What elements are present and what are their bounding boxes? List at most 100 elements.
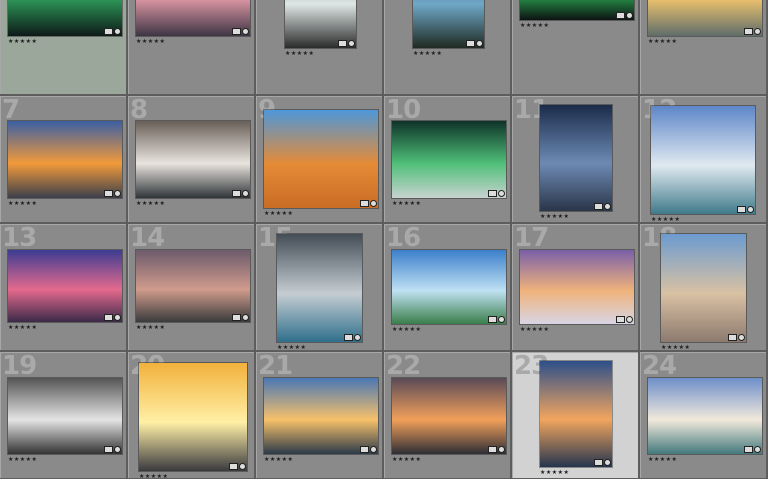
edited-badge-icon[interactable] bbox=[338, 40, 347, 47]
photo-thumbnail-golden-rays-mountain[interactable] bbox=[139, 363, 247, 471]
grid-cell-18[interactable]: 18 ★★★★★ bbox=[640, 224, 767, 351]
grid-cell-5[interactable]: 5★★★★★ bbox=[512, 0, 639, 95]
grid-cell-21[interactable]: 21 ★★★★★ bbox=[256, 352, 383, 479]
star-rating[interactable]: ★★★★★ bbox=[8, 39, 37, 45]
star-rating[interactable]: ★★★★★ bbox=[651, 217, 680, 223]
metadata-badge-icon[interactable] bbox=[498, 316, 505, 323]
photo-thumbnail-person-purple-sunset-lake[interactable] bbox=[8, 250, 122, 322]
photo-thumbnail-mountain-waterfall-dusk[interactable] bbox=[136, 250, 250, 322]
photo-thumbnail-city-pier-sunset[interactable] bbox=[264, 378, 378, 454]
photo-thumbnail-storm-over-sea-cliff[interactable] bbox=[277, 234, 362, 342]
star-rating[interactable]: ★★★★★ bbox=[139, 474, 168, 479]
photo-thumbnail-sunset-reflection-fjord[interactable] bbox=[8, 121, 122, 198]
grid-cell-8[interactable]: 8 ★★★★★ bbox=[128, 96, 255, 223]
edited-badge-icon[interactable] bbox=[488, 190, 497, 197]
photo-thumbnail-woman-lagoon-rocks[interactable] bbox=[648, 378, 762, 454]
edited-badge-icon[interactable] bbox=[744, 28, 753, 35]
star-rating[interactable]: ★★★★★ bbox=[8, 325, 37, 331]
photo-thumbnail-frozen-trees-sunrise[interactable] bbox=[520, 250, 634, 324]
metadata-badge-icon[interactable] bbox=[626, 12, 633, 19]
star-rating[interactable]: ★★★★★ bbox=[413, 51, 442, 57]
metadata-badge-icon[interactable] bbox=[348, 40, 355, 47]
metadata-badge-icon[interactable] bbox=[604, 459, 611, 466]
grid-cell-1[interactable]: 1★★★★★ bbox=[0, 0, 127, 95]
metadata-badge-icon[interactable] bbox=[754, 28, 761, 35]
edited-badge-icon[interactable] bbox=[616, 12, 625, 19]
edited-badge-icon[interactable] bbox=[616, 316, 625, 323]
edited-badge-icon[interactable] bbox=[104, 314, 113, 321]
grid-cell-13[interactable]: 13 ★★★★★ bbox=[0, 224, 127, 351]
grid-cell-16[interactable]: 16 ★★★★★ bbox=[384, 224, 511, 351]
metadata-badge-icon[interactable] bbox=[738, 334, 745, 341]
star-rating[interactable]: ★★★★★ bbox=[520, 327, 549, 333]
edited-badge-icon[interactable] bbox=[360, 200, 369, 207]
star-rating[interactable]: ★★★★★ bbox=[520, 23, 549, 29]
edited-badge-icon[interactable] bbox=[466, 40, 475, 47]
edited-badge-icon[interactable] bbox=[232, 190, 241, 197]
edited-badge-icon[interactable] bbox=[232, 314, 241, 321]
grid-cell-22[interactable]: 22 ★★★★★ bbox=[384, 352, 511, 479]
grid-cell-15[interactable]: 15 ★★★★★ bbox=[256, 224, 383, 351]
metadata-badge-icon[interactable] bbox=[242, 28, 249, 35]
metadata-badge-icon[interactable] bbox=[239, 463, 246, 470]
grid-cell-3[interactable]: 3★★★★★ bbox=[256, 0, 383, 95]
star-rating[interactable]: ★★★★★ bbox=[136, 201, 165, 207]
photo-thumbnail-bw-waterfall-red-figure[interactable] bbox=[8, 378, 122, 454]
edited-badge-icon[interactable] bbox=[104, 28, 113, 35]
photo-thumbnail-woman-tropical-coast[interactable] bbox=[651, 106, 755, 214]
edited-badge-icon[interactable] bbox=[232, 28, 241, 35]
metadata-badge-icon[interactable] bbox=[114, 28, 121, 35]
star-rating[interactable]: ★★★★★ bbox=[648, 39, 677, 45]
star-rating[interactable]: ★★★★★ bbox=[540, 214, 569, 220]
star-rating[interactable]: ★★★★★ bbox=[8, 201, 37, 207]
grid-cell-19[interactable]: 19 ★★★★★ bbox=[0, 352, 127, 479]
star-rating[interactable]: ★★★★★ bbox=[648, 457, 677, 463]
metadata-badge-icon[interactable] bbox=[242, 314, 249, 321]
grid-cell-6[interactable]: 6★★★★★ bbox=[640, 0, 767, 95]
metadata-badge-icon[interactable] bbox=[604, 203, 611, 210]
star-rating[interactable]: ★★★★★ bbox=[277, 345, 306, 351]
edited-badge-icon[interactable] bbox=[594, 203, 603, 210]
star-rating[interactable]: ★★★★★ bbox=[285, 51, 314, 57]
metadata-badge-icon[interactable] bbox=[354, 334, 361, 341]
grid-cell-11[interactable]: 11 ★★★★★ bbox=[512, 96, 639, 223]
edited-badge-icon[interactable] bbox=[344, 334, 353, 341]
star-rating[interactable]: ★★★★★ bbox=[392, 327, 421, 333]
photo-thumbnail-milky-way-reflection[interactable] bbox=[540, 105, 612, 211]
metadata-badge-icon[interactable] bbox=[114, 314, 121, 321]
edited-badge-icon[interactable] bbox=[104, 190, 113, 197]
metadata-badge-icon[interactable] bbox=[498, 190, 505, 197]
grid-cell-10[interactable]: 10 ★★★★★ bbox=[384, 96, 511, 223]
photo-thumbnail-ice-beach-sunset[interactable] bbox=[136, 121, 250, 198]
grid-cell-7[interactable]: 7 ★★★★★ bbox=[0, 96, 127, 223]
star-rating[interactable]: ★★★★★ bbox=[264, 457, 293, 463]
star-rating[interactable]: ★★★★★ bbox=[136, 39, 165, 45]
grid-cell-24[interactable]: 24 ★★★★★ bbox=[640, 352, 767, 479]
grid-cell-17[interactable]: 17 ★★★★★ bbox=[512, 224, 639, 351]
grid-cell-4[interactable]: 4★★★★★ bbox=[384, 0, 511, 95]
grid-cell-23[interactable]: 23 ★★★★★ bbox=[512, 352, 639, 479]
edited-badge-icon[interactable] bbox=[488, 316, 497, 323]
star-rating[interactable]: ★★★★★ bbox=[8, 457, 37, 463]
metadata-badge-icon[interactable] bbox=[626, 316, 633, 323]
metadata-badge-icon[interactable] bbox=[114, 190, 121, 197]
edited-badge-icon[interactable] bbox=[728, 334, 737, 341]
metadata-badge-icon[interactable] bbox=[476, 40, 483, 47]
grid-cell-9[interactable]: 9★★★★★ bbox=[256, 96, 383, 223]
star-rating[interactable]: ★★★★★ bbox=[392, 201, 421, 207]
star-rating[interactable]: ★★★★★ bbox=[264, 211, 293, 217]
photo-thumbnail-bridge-sunset-river[interactable] bbox=[392, 378, 506, 454]
photo-thumbnail-balloons-over-valley[interactable] bbox=[661, 234, 746, 342]
grid-cell-14[interactable]: 14 ★★★★★ bbox=[128, 224, 255, 351]
edited-badge-icon[interactable] bbox=[594, 459, 603, 466]
star-rating[interactable]: ★★★★★ bbox=[136, 325, 165, 331]
star-rating[interactable]: ★★★★★ bbox=[540, 470, 569, 476]
metadata-badge-icon[interactable] bbox=[242, 190, 249, 197]
edited-badge-icon[interactable] bbox=[737, 206, 746, 213]
metadata-badge-icon[interactable] bbox=[370, 200, 377, 207]
photo-thumbnail-desert-camels[interactable] bbox=[264, 110, 378, 208]
grid-cell-2[interactable]: 2★★★★★ bbox=[128, 0, 255, 95]
photo-thumbnail-aurora-igloo-domes[interactable] bbox=[392, 121, 506, 198]
edited-badge-icon[interactable] bbox=[229, 463, 238, 470]
photo-thumbnail-tropical-bay-moon[interactable] bbox=[392, 250, 506, 324]
